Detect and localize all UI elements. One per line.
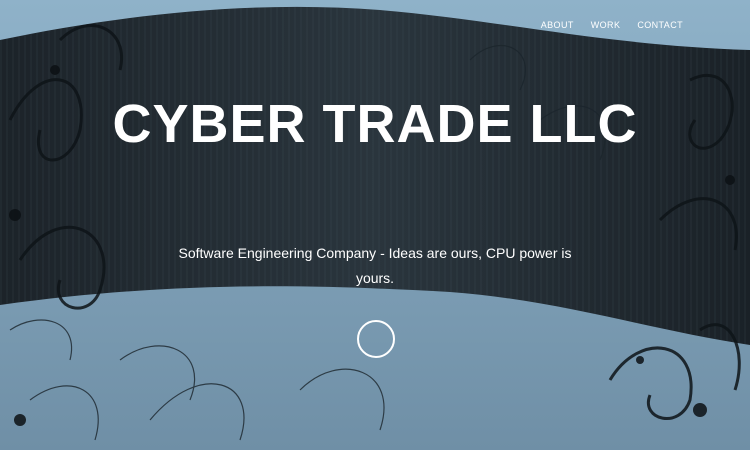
nav-link-contact[interactable]: CONTACT — [637, 20, 683, 30]
scroll-down-circle-icon[interactable] — [357, 320, 395, 358]
hero-title: CYBER TRADE LLC — [112, 94, 638, 154]
top-nav: ABOUT WORK CONTACT — [541, 20, 683, 30]
nav-link-work[interactable]: WORK — [591, 20, 621, 30]
hero-background — [0, 0, 750, 450]
nav-link-about[interactable]: ABOUT — [541, 20, 574, 30]
hero-subtitle: Software Engineering Company - Ideas are… — [178, 245, 572, 286]
